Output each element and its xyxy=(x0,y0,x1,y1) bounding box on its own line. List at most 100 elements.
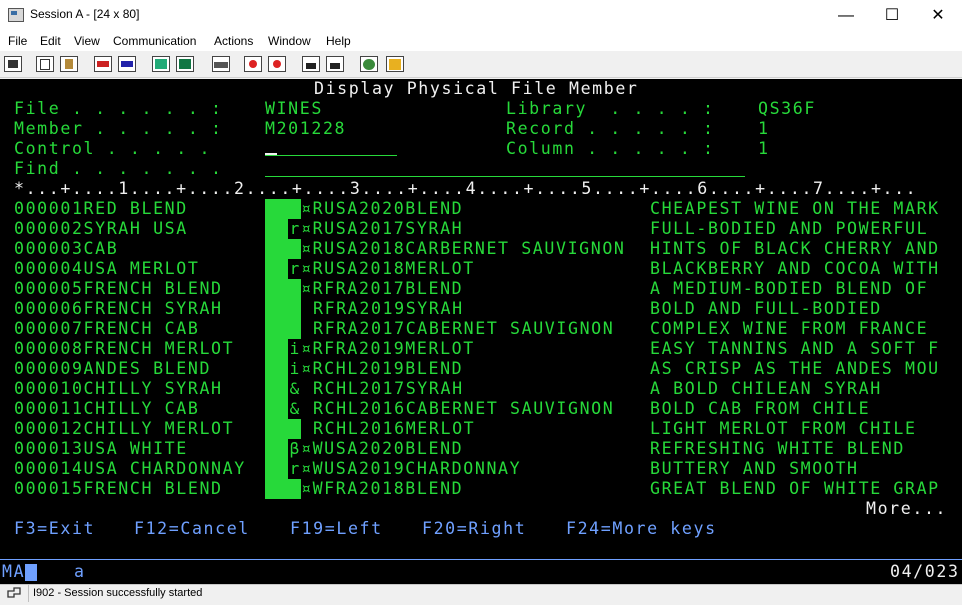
status-indicator: MA xyxy=(2,562,26,581)
record-detail: ¤RUSA2018MERLOT xyxy=(301,259,475,278)
copy-icon[interactable] xyxy=(36,56,54,72)
record-detail: ¤WUSA2020BLEND xyxy=(301,439,464,458)
record-detail: ¤WUSA2019CHARDONNAY xyxy=(301,459,522,478)
record-description: GREAT BLEND OF WHITE GRAP xyxy=(650,479,940,498)
f3-exit-key[interactable]: F3=Exit xyxy=(14,519,95,539)
app-terminal-icon xyxy=(8,8,24,22)
menu-actions[interactable]: Actions xyxy=(214,34,253,48)
title-bar: Session A - [24 x 80] — ☐ ✕ xyxy=(0,0,962,31)
record-key: 000003CAB xyxy=(14,239,119,258)
record-description: REFRESHING WHITE BLEND xyxy=(650,439,905,458)
hex-symbol: r xyxy=(288,259,301,279)
hex-symbol: r xyxy=(288,459,301,479)
record-description: BLACKBERRY AND COCOA WITH xyxy=(650,259,940,278)
close-button[interactable]: ✕ xyxy=(915,0,961,31)
paste-icon[interactable] xyxy=(60,56,78,72)
cursor-position: 04/023 xyxy=(890,562,960,581)
display-icon[interactable] xyxy=(152,56,170,72)
toolbar xyxy=(0,51,962,78)
record-description: EASY TANNINS AND A SOFT F xyxy=(650,339,940,358)
record-key: 000004USA MERLOT xyxy=(14,259,200,278)
screen-title: Display Physical File Member xyxy=(314,79,639,98)
record-detail: RCHL2016CABERNET SAUVIGNON xyxy=(313,399,615,418)
menu-file[interactable]: File xyxy=(8,34,27,48)
library-value: QS36F xyxy=(758,99,816,118)
record-detail: RFRA2017CABERNET SAUVIGNON xyxy=(313,319,615,338)
record-key: 000009ANDES BLEND xyxy=(14,359,212,378)
divider xyxy=(28,585,29,602)
control-input[interactable] xyxy=(265,155,397,156)
record-description: CHEAPEST WINE ON THE MARK xyxy=(650,199,940,218)
record-detail: ¤RFRA2019MERLOT xyxy=(301,339,475,358)
menu-window[interactable]: Window xyxy=(268,34,311,48)
status-line: MA a 04/023 xyxy=(0,559,962,584)
find-input[interactable] xyxy=(265,176,745,177)
record-key: 000005FRENCH BLEND xyxy=(14,279,223,298)
send-icon[interactable] xyxy=(94,56,112,72)
record-description: BOLD AND FULL-BODIED xyxy=(650,299,882,318)
menu-help[interactable]: Help xyxy=(326,34,351,48)
f12-cancel-key[interactable]: F12=Cancel xyxy=(134,519,250,539)
menu-edit[interactable]: Edit xyxy=(40,34,61,48)
menu-communication[interactable]: Communication xyxy=(113,34,196,48)
record-detail: RCHL2017SYRAH xyxy=(313,379,464,398)
terminal-screen[interactable]: Display Physical File Member File . . . … xyxy=(0,79,962,559)
f24-more-keys[interactable]: F24=More keys xyxy=(566,519,717,539)
record-key: 000006FRENCH SYRAH xyxy=(14,299,223,318)
f20-right-key[interactable]: F20=Right xyxy=(422,519,526,539)
record-detail: RFRA2019SYRAH xyxy=(313,299,464,318)
f19-left-key[interactable]: F19=Left xyxy=(290,519,383,539)
record-key: 000015FRENCH BLEND xyxy=(14,479,223,498)
text-cursor xyxy=(265,153,277,155)
record-detail: ¤RCHL2019BLEND xyxy=(301,359,464,378)
more-indicator: More... xyxy=(866,499,948,518)
macro-a-icon[interactable] xyxy=(302,56,320,72)
print-screen-icon[interactable] xyxy=(4,56,22,72)
record-description: AS CRISP AS THE ANDES MOU xyxy=(650,359,940,378)
receive-icon[interactable] xyxy=(118,56,136,72)
record-description: BUTTERY AND SMOOTH xyxy=(650,459,859,478)
record-key: 000013USA WHITE xyxy=(14,439,188,458)
record-key: 000001RED BLEND xyxy=(14,199,188,218)
record-description: LIGHT MERLOT FROM CHILE xyxy=(650,419,917,438)
hex-symbol: & xyxy=(288,399,301,419)
record-key: 000002SYRAH USA xyxy=(14,219,188,238)
file-label: File . . . . . . : xyxy=(14,99,223,118)
control-label: Control . . . . . xyxy=(14,139,212,158)
play-macro-icon[interactable] xyxy=(268,56,286,72)
record-detail: ¤RFRA2017BLEND xyxy=(301,279,464,298)
record-key: 000014USA CHARDONNAY xyxy=(14,459,246,478)
member-label: Member . . . . . : xyxy=(14,119,223,138)
menu-bar: File Edit View Communication Actions Win… xyxy=(0,31,962,51)
menu-view[interactable]: View xyxy=(74,34,100,48)
record-label: Record . . . . . : xyxy=(506,119,715,138)
record-key: 000008FRENCH MERLOT xyxy=(14,339,235,358)
connection-icon xyxy=(6,587,22,600)
member-value: M201228 xyxy=(265,119,347,138)
library-label: Library . . . . : xyxy=(506,99,715,118)
window-title: Session A - [24 x 80] xyxy=(30,7,140,21)
globe-icon[interactable] xyxy=(360,56,378,72)
hex-symbol: i xyxy=(288,339,301,359)
status-cursor-char: a xyxy=(74,562,86,581)
notes-icon[interactable] xyxy=(386,56,404,72)
record-description: HINTS OF BLACK CHERRY AND xyxy=(650,239,940,258)
record-key: 000012CHILLY MERLOT xyxy=(14,419,235,438)
input-indicator xyxy=(25,564,37,581)
record-description: FULL-BODIED AND POWERFUL xyxy=(650,219,929,238)
find-label: Find . . . . . . . xyxy=(14,159,223,178)
macro-b-icon[interactable] xyxy=(326,56,344,72)
record-detail: ¤WFRA2018BLEND xyxy=(301,479,464,498)
record-key: 000010CHILLY SYRAH xyxy=(14,379,223,398)
bottom-status-bar: I902 - Session successfully started xyxy=(0,584,962,603)
record-detail: ¤RUSA2017SYRAH xyxy=(301,219,464,238)
record-detail: ¤RUSA2020BLEND xyxy=(301,199,464,218)
record-description: A MEDIUM-BODIED BLEND OF xyxy=(650,279,929,298)
keypad-icon[interactable] xyxy=(176,56,194,72)
minimize-button[interactable]: — xyxy=(823,0,869,31)
maximize-button[interactable]: ☐ xyxy=(869,0,915,31)
session-message: I902 - Session successfully started xyxy=(33,587,203,599)
keyboard-icon[interactable] xyxy=(212,56,230,72)
record-macro-icon[interactable] xyxy=(244,56,262,72)
hex-symbol: & xyxy=(288,379,301,399)
